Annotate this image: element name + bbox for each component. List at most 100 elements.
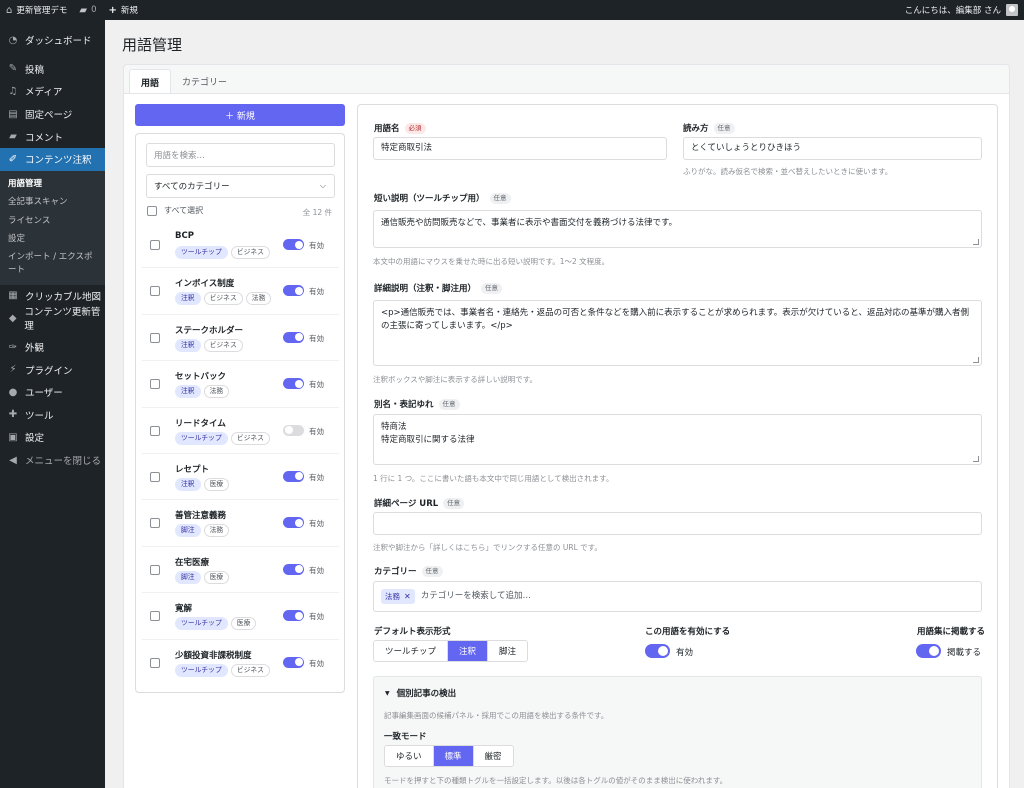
term-row[interactable]: 善管注意義務 脚注 法務 有効 — [142, 500, 339, 547]
term-row[interactable]: ステークホルダー 注釈 ビジネス 有効 — [142, 315, 339, 362]
select-all[interactable]: すべて選択 — [147, 205, 203, 216]
term-row[interactable]: リードタイム ツールチップ ビジネス 有効 — [142, 408, 339, 454]
term-enabled-toggle[interactable] — [283, 378, 304, 390]
mode-strict-button[interactable]: 厳密 — [473, 746, 513, 766]
term-checkbox[interactable] — [150, 518, 160, 529]
term-enabled-toggle[interactable] — [283, 470, 304, 482]
aliases-label: 別名・表記ゆれ 任意 — [374, 398, 460, 410]
term-checkbox[interactable] — [150, 286, 160, 297]
menu-dashboard[interactable]: ◔ ダッシュボード — [0, 29, 105, 52]
glossary-state: 掲載する — [947, 648, 982, 658]
term-enabled-toggle[interactable] — [283, 239, 304, 250]
enable-toggle[interactable] — [645, 644, 670, 658]
mode-loose-button[interactable]: ゆるい — [385, 746, 434, 766]
category-filter-select[interactable]: すべてのカテゴリー ⌵ — [146, 174, 335, 198]
remove-icon[interactable]: ✕ — [404, 590, 411, 603]
term-enabled-toggle[interactable] — [283, 424, 304, 436]
collapse-menu[interactable]: ◀ メニューを閉じる — [0, 449, 105, 472]
term-checkbox[interactable] — [150, 379, 160, 390]
format-note-button[interactable]: 注釈 — [448, 641, 489, 661]
submenu-settings[interactable]: 設定 — [0, 229, 105, 248]
term-row[interactable]: 少額投資非課税制度 ツールチップ ビジネス 有効 — [142, 640, 339, 686]
reading-input[interactable]: とくていしょうとりひきほう — [683, 137, 982, 160]
site-menu[interactable]: ⌂ 更新管理デモ — [6, 4, 67, 17]
term-tags: ツールチップ ビジネス — [175, 431, 270, 445]
category-tag: ビジネス — [203, 338, 243, 352]
tab-bar: 用語 カテゴリー — [123, 64, 1010, 94]
term-row[interactable]: レセプト 注釈 医療 有効 — [142, 454, 339, 501]
term-row[interactable]: セットバック 注釈 法務 有効 — [142, 361, 339, 408]
term-enabled-toggle[interactable] — [283, 563, 304, 575]
menu-update-manager[interactable]: ◆ コンテンツ更新管理 — [0, 307, 105, 332]
term-checkbox[interactable] — [150, 657, 160, 668]
term-row[interactable]: インボイス制度 注釈 ビジネス 法務 有効 — [142, 268, 339, 315]
term-search-input[interactable]: 用語を検索… — [146, 143, 335, 167]
new-term-button[interactable]: ＋ 新規 — [135, 104, 345, 126]
menu-appearance[interactable]: ✑ 外観 — [0, 336, 105, 359]
detection-toggle[interactable]: ▼ 個別記事の検出 — [385, 687, 456, 699]
menu-posts[interactable]: ✎ 投稿 — [0, 58, 105, 81]
select-all-checkbox[interactable] — [147, 205, 157, 216]
term-checkbox[interactable] — [150, 611, 160, 622]
term-enabled-toggle[interactable] — [283, 656, 304, 668]
term-row[interactable]: 在宅医療 脚注 医療 有効 — [142, 547, 339, 594]
match-mode-label: 一致モード — [384, 732, 427, 742]
category-tag: 法務 — [203, 385, 230, 399]
page-title: 用語管理 — [122, 36, 183, 54]
menu-comments[interactable]: ▰ コメント — [0, 125, 105, 148]
new-content-menu[interactable]: + 新規 — [109, 4, 138, 17]
long-desc-textarea[interactable]: <p>通信販売では、事業者名・連絡先・返品の可否と条件などを購入前に表示すること… — [373, 300, 982, 366]
term-checkbox[interactable] — [150, 332, 160, 343]
term-tags: ツールチップ 医療 — [175, 617, 257, 631]
menu-pages[interactable]: ▤ 固定ページ — [0, 103, 105, 126]
term-row[interactable]: 寛解 ツールチップ 医療 有効 — [142, 593, 339, 640]
comments-menu[interactable]: ▰ 0 — [79, 5, 96, 16]
optional-badge: 任意 — [713, 122, 735, 134]
submenu-scan[interactable]: 全記事スキャン — [0, 192, 105, 211]
alias-line: 特商法 — [381, 422, 407, 432]
term-checkbox[interactable] — [150, 425, 160, 436]
comments-count: 0 — [91, 5, 97, 15]
term-name-input[interactable]: 特定商取引法 — [373, 137, 667, 160]
format-footnote-button[interactable]: 脚注 — [488, 641, 528, 661]
aliases-textarea[interactable]: 特商法 特定商取引に関する法律 — [373, 414, 982, 465]
menu-tools[interactable]: ✚ ツール — [0, 404, 105, 427]
short-desc-textarea[interactable]: 通信販売や訪問販売などで、事業者に表示や書面交付を義務づける法律です。 — [373, 210, 982, 248]
category-search-placeholder: カテゴリーを検索して追加… — [420, 591, 531, 601]
tab-categories[interactable]: カテゴリー — [171, 69, 238, 94]
mode-standard-button[interactable]: 標準 — [433, 746, 474, 766]
detail-url-input[interactable] — [373, 512, 982, 535]
submenu-import-export[interactable]: インポート / エクスポート — [0, 248, 105, 280]
menu-users[interactable]: ● ユーザー — [0, 381, 105, 404]
term-row[interactable]: BCP ツールチップ ビジネス 有効 — [142, 222, 339, 269]
category-tag: ビジネス — [230, 431, 270, 445]
glossary-toggle[interactable] — [916, 644, 941, 658]
submenu-license[interactable]: ライセンス — [0, 211, 105, 230]
term-checkbox[interactable] — [150, 564, 160, 575]
category-tag: 医療 — [203, 477, 230, 491]
account-menu[interactable]: こんにちは、編集部 さん — [905, 4, 1018, 16]
tab-terms[interactable]: 用語 — [129, 69, 172, 94]
term-enabled-label: 有効 — [309, 658, 324, 668]
menu-plugins[interactable]: ⚡ プラグイン — [0, 358, 105, 381]
term-checkbox[interactable] — [150, 240, 160, 250]
term-enabled-toggle[interactable] — [283, 610, 304, 622]
category-chip[interactable]: 法務 ✕ — [381, 589, 415, 604]
term-checkbox[interactable] — [150, 471, 160, 482]
greeting: こんにちは、編集部 さん — [904, 6, 1001, 16]
menu-settings[interactable]: ▣ 設定 — [0, 426, 105, 449]
submenu-terms[interactable]: 用語管理 — [0, 174, 105, 193]
term-enabled-toggle[interactable] — [283, 517, 304, 529]
term-enabled-toggle[interactable] — [283, 285, 304, 297]
category-input[interactable]: 法務 ✕ カテゴリーを検索して追加… — [373, 581, 982, 612]
detection-panel: ▼ 個別記事の検出 記事編集画面の候補パネル・採用でこの用語を検出する条件です。… — [373, 676, 982, 788]
menu-media[interactable]: ♫ メディア — [0, 80, 105, 103]
term-enabled-label: 有効 — [309, 287, 324, 297]
detection-title: 個別記事の検出 — [396, 689, 457, 699]
category-tag: 医療 — [203, 570, 230, 584]
term-enabled-toggle[interactable] — [283, 331, 304, 343]
comment-icon: ▰ — [9, 131, 17, 143]
format-tooltip-button[interactable]: ツールチップ — [374, 641, 449, 661]
triangle-down-icon: ▼ — [385, 689, 390, 697]
menu-content-notes[interactable]: ✐ コンテンツ注釈 — [0, 147, 105, 171]
